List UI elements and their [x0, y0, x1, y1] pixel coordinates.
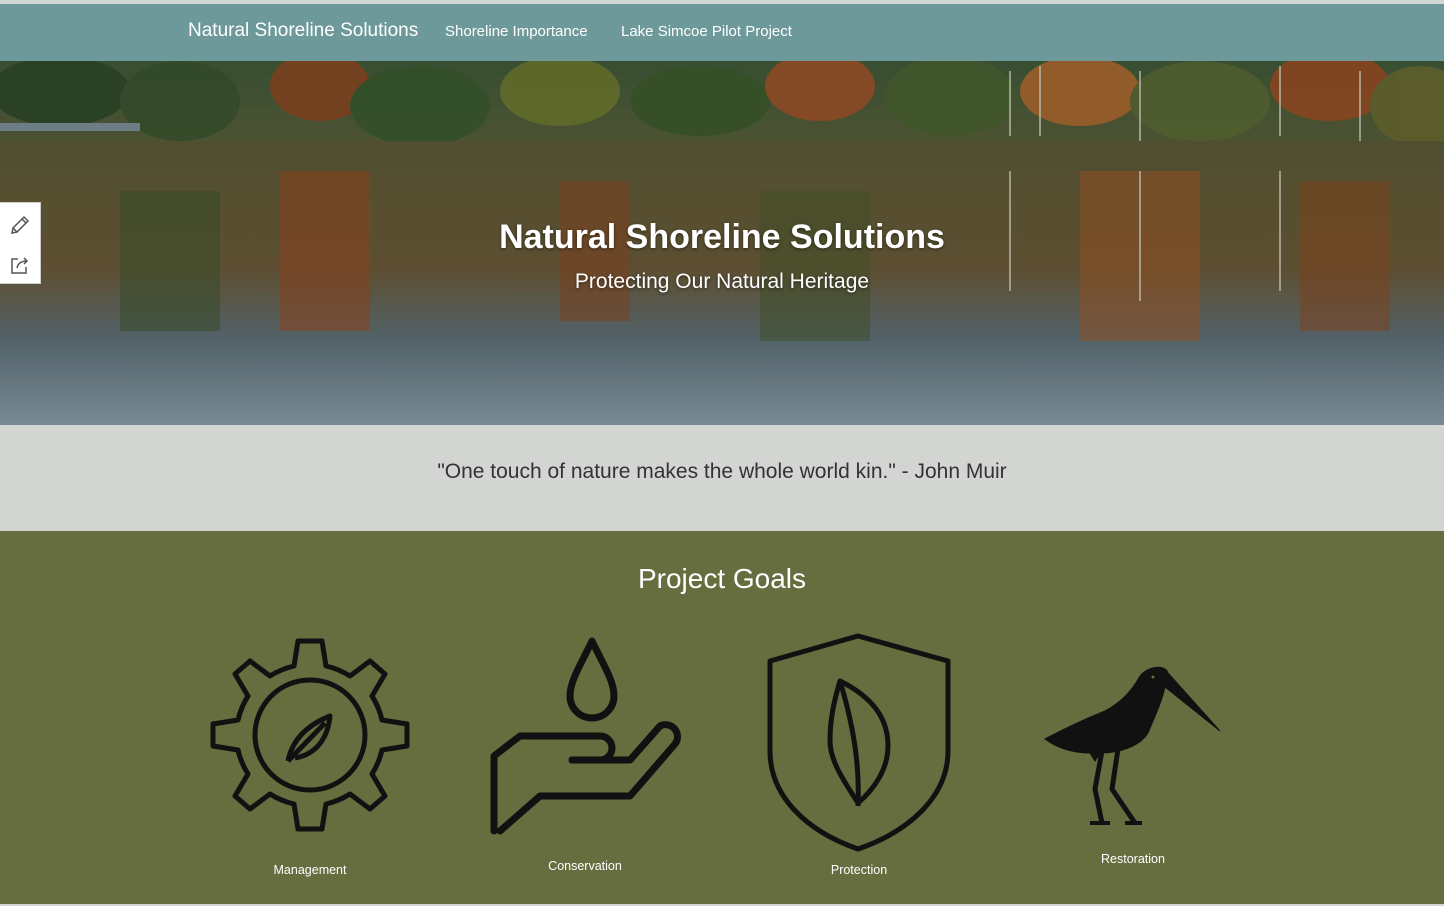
goal-label-protection: Protection — [830, 863, 888, 877]
quote-text: "One touch of nature makes the whole wor… — [437, 460, 1007, 483]
goals-title: Project Goals — [637, 563, 807, 594]
gear-leaf-icon — [210, 638, 410, 832]
project-goals-section: Project Goals Management Conservation Pr… — [0, 531, 1444, 904]
shorebird-icon — [1044, 666, 1221, 825]
side-toolbar — [0, 202, 41, 284]
hand-water-drop-icon — [490, 637, 681, 835]
shield-leaf-icon — [767, 633, 951, 852]
nav-link-shoreline-importance[interactable]: Shoreline Importance — [445, 23, 588, 40]
site-title[interactable]: Natural Shoreline Solutions — [188, 20, 418, 42]
navbar: Natural Shoreline Solutions Shoreline Im… — [0, 4, 1444, 61]
nav-link-lake-simcoe-pilot-project[interactable]: Lake Simcoe Pilot Project — [621, 23, 792, 40]
goal-label-restoration: Restoration — [1101, 852, 1165, 866]
goal-label-management: Management — [273, 863, 347, 877]
hero-subtitle: Protecting Our Natural Heritage — [574, 270, 870, 293]
hero-title: Natural Shoreline Solutions — [499, 218, 945, 256]
pencil-icon[interactable] — [8, 213, 32, 237]
goal-label-conservation: Conservation — [548, 859, 622, 873]
share-icon[interactable] — [8, 253, 32, 277]
hero-banner: Natural Shoreline Solutions Protecting O… — [0, 61, 1444, 425]
quote-section: "One touch of nature makes the whole wor… — [0, 425, 1444, 531]
